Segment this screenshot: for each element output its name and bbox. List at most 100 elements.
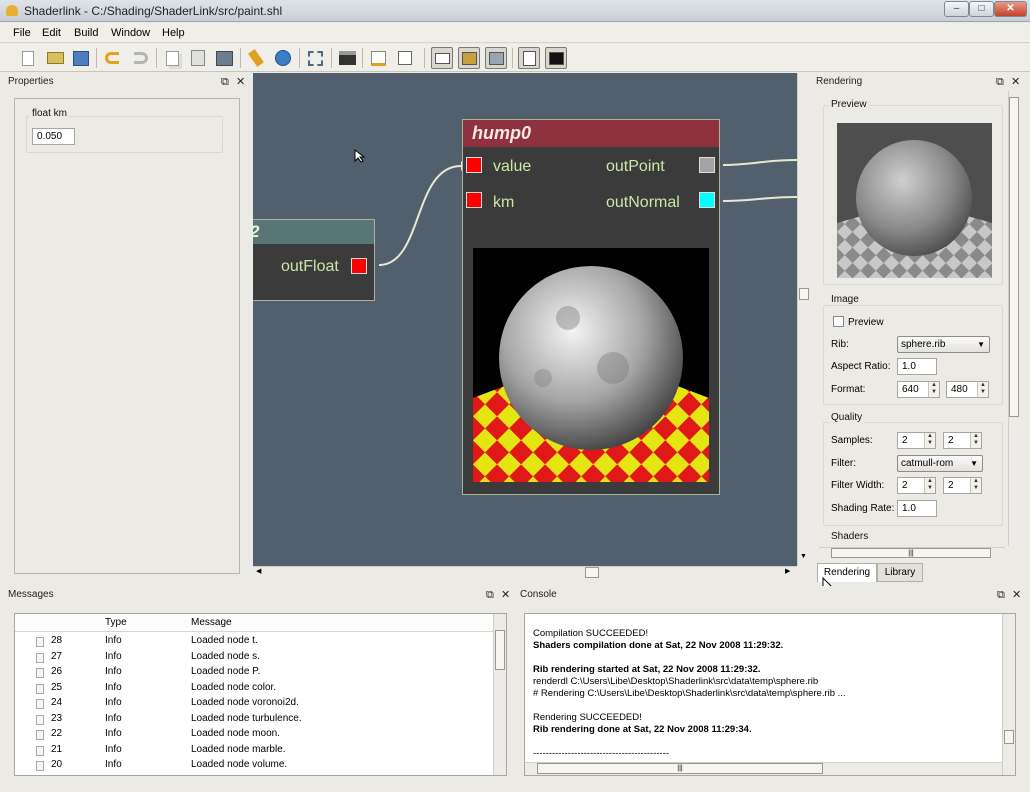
menu-edit[interactable]: Edit xyxy=(42,27,61,39)
spin-arrows-icon[interactable]: ▲ ▼ xyxy=(924,478,935,493)
spin-arrows-icon[interactable]: ▲ ▼ xyxy=(970,478,981,493)
table-row[interactable]: 28 Info Loaded node t. xyxy=(15,634,495,649)
dock-close-icon[interactable]: ✕ xyxy=(1011,73,1020,91)
preview-checkbox[interactable] xyxy=(833,316,844,327)
message-id: 24 xyxy=(51,697,63,708)
console-vscrollbar[interactable] xyxy=(1002,614,1015,775)
filter-width-y-spinner[interactable]: 2 ▲ ▼ xyxy=(943,477,982,494)
node-graph-canvas[interactable]: 2 outFloat hump0 value km outPoint outNo… xyxy=(253,73,797,566)
scroll-right-icon[interactable]: ▶ xyxy=(785,567,790,575)
layout-graph-icon[interactable] xyxy=(458,47,480,69)
filter-select[interactable]: catmull-rom ▼ xyxy=(897,455,983,472)
rib-select[interactable]: sphere.rib ▼ xyxy=(897,336,990,353)
table-row[interactable]: 27 Info Loaded node s. xyxy=(15,650,495,665)
scroll-down-icon[interactable]: ▼ xyxy=(800,553,807,560)
dock-close-icon[interactable]: ✕ xyxy=(236,73,245,91)
zoom-region-icon[interactable] xyxy=(394,47,416,69)
spin-arrows-icon[interactable]: ▲ ▼ xyxy=(924,433,935,448)
canvas-vscroll-thumb[interactable] xyxy=(799,288,809,300)
image-group-label: Image xyxy=(829,294,861,305)
km-port[interactable] xyxy=(466,192,482,208)
new-file-icon[interactable] xyxy=(17,47,39,69)
table-row[interactable]: 23 Info Loaded node turbulence. xyxy=(15,712,495,727)
canvas-hscroll-thumb[interactable] xyxy=(585,567,599,578)
fit-view-icon[interactable] xyxy=(304,47,326,69)
shading-rate-input[interactable]: 1.0 xyxy=(897,500,937,517)
dock-float-icon[interactable]: ⧉ xyxy=(221,73,229,91)
document-icon[interactable] xyxy=(518,47,540,69)
paste-icon[interactable] xyxy=(187,47,209,69)
copy-icon[interactable] xyxy=(161,47,183,69)
dock-float-icon[interactable]: ⧉ xyxy=(996,73,1004,91)
layout-preview-icon[interactable] xyxy=(485,47,507,69)
table-row[interactable]: 21 Info Loaded node marble. xyxy=(15,743,495,758)
column-header-type[interactable]: Type xyxy=(105,617,127,628)
column-header-message[interactable]: Message xyxy=(191,617,232,628)
menu-help[interactable]: Help xyxy=(162,27,185,39)
table-row[interactable]: 24 Info Loaded node voronoi2d. xyxy=(15,696,495,711)
km-value-input[interactable]: 0.050 xyxy=(32,128,75,145)
canvas-horizontal-scrollbar[interactable]: ◀ ▶ xyxy=(253,566,797,579)
connection-outpoint xyxy=(722,159,797,166)
close-window-button[interactable]: ✕ xyxy=(994,1,1027,17)
message-text: Loaded node color. xyxy=(191,681,277,693)
hump0-header[interactable]: hump0 xyxy=(463,120,719,147)
clapper-icon[interactable] xyxy=(336,47,358,69)
maximize-button[interactable]: □ xyxy=(969,1,994,17)
float-node[interactable]: 2 outFloat xyxy=(253,219,375,301)
rendering-vscrollbar[interactable] xyxy=(1008,91,1020,546)
spin-arrows-icon[interactable]: ▲ ▼ xyxy=(970,433,981,448)
console-vscroll-thumb[interactable] xyxy=(1004,730,1014,744)
spin-arrows-icon[interactable]: ▲ ▼ xyxy=(977,382,988,397)
messages-vscroll-thumb[interactable] xyxy=(495,630,505,670)
spin-arrows-icon[interactable]: ▲ ▼ xyxy=(928,382,939,397)
filter-width-x-spinner[interactable]: 2 ▲ ▼ xyxy=(897,477,936,494)
outfloat-port[interactable] xyxy=(351,258,367,274)
open-folder-icon[interactable] xyxy=(44,47,66,69)
menu-build[interactable]: Build xyxy=(74,27,98,39)
edit-note-icon[interactable] xyxy=(367,47,389,69)
console-hscroll-thumb[interactable]: ||| xyxy=(537,763,823,774)
redo-icon[interactable] xyxy=(130,47,152,69)
globe-icon[interactable] xyxy=(272,47,294,69)
messages-vscrollbar[interactable] xyxy=(493,614,506,775)
table-row[interactable]: 26 Info Loaded node P. xyxy=(15,665,495,680)
samples-x-spinner[interactable]: 2 ▲ ▼ xyxy=(897,432,936,449)
dock-float-icon[interactable]: ⧉ xyxy=(486,586,494,604)
minimize-button[interactable]: – xyxy=(944,1,969,17)
menu-file[interactable]: File xyxy=(13,27,31,39)
undo-icon[interactable] xyxy=(101,47,123,69)
samples-y-spinner[interactable]: 2 ▲ ▼ xyxy=(943,432,982,449)
delete-icon[interactable] xyxy=(213,47,235,69)
save-icon[interactable] xyxy=(70,47,92,69)
rendering-hscroll-thumb[interactable]: ||| xyxy=(831,548,991,558)
message-doc-icon xyxy=(36,683,44,694)
samples-y-value: 2 xyxy=(948,435,954,446)
dock-float-icon[interactable]: ⧉ xyxy=(997,586,1005,604)
table-row[interactable]: 20 Info Loaded node volume. xyxy=(15,758,495,773)
table-row[interactable]: 22 Info Loaded node moon. xyxy=(15,727,495,742)
scroll-left-icon[interactable]: ◀ xyxy=(256,567,261,575)
console-hscrollbar[interactable]: ||| xyxy=(525,762,1002,775)
tab-library[interactable]: Library xyxy=(877,563,923,582)
outpoint-port[interactable] xyxy=(699,157,715,173)
rendering-vscroll-thumb[interactable] xyxy=(1009,97,1019,417)
float-node-header[interactable]: 2 xyxy=(253,220,374,244)
hump0-node[interactable]: hump0 value km outPoint outNormal xyxy=(462,119,720,495)
format-height-spinner[interactable]: 480 ▲ ▼ xyxy=(946,381,989,398)
terminal-icon[interactable] xyxy=(545,47,567,69)
console-output[interactable]: Compilation SUCCEEDED! Shaders compilatio… xyxy=(524,613,1016,776)
value-port[interactable] xyxy=(466,157,482,173)
title-bar[interactable]: Shaderlink - C:/Shading/ShaderLink/src/p… xyxy=(0,0,1030,22)
clean-brush-icon[interactable] xyxy=(245,47,267,69)
aspect-ratio-input[interactable]: 1.0 xyxy=(897,358,937,375)
dock-close-icon[interactable]: ✕ xyxy=(1012,586,1021,604)
canvas-vertical-scrollbar[interactable]: ▼ xyxy=(797,73,810,566)
outnormal-port[interactable] xyxy=(699,192,715,208)
rendering-hscrollbar[interactable]: ||| xyxy=(819,547,1005,559)
format-width-spinner[interactable]: 640 ▲ ▼ xyxy=(897,381,940,398)
menu-window[interactable]: Window xyxy=(111,27,150,39)
layout-single-icon[interactable] xyxy=(431,47,453,69)
table-row[interactable]: 25 Info Loaded node color. xyxy=(15,681,495,696)
dock-close-icon[interactable]: ✕ xyxy=(501,586,510,604)
